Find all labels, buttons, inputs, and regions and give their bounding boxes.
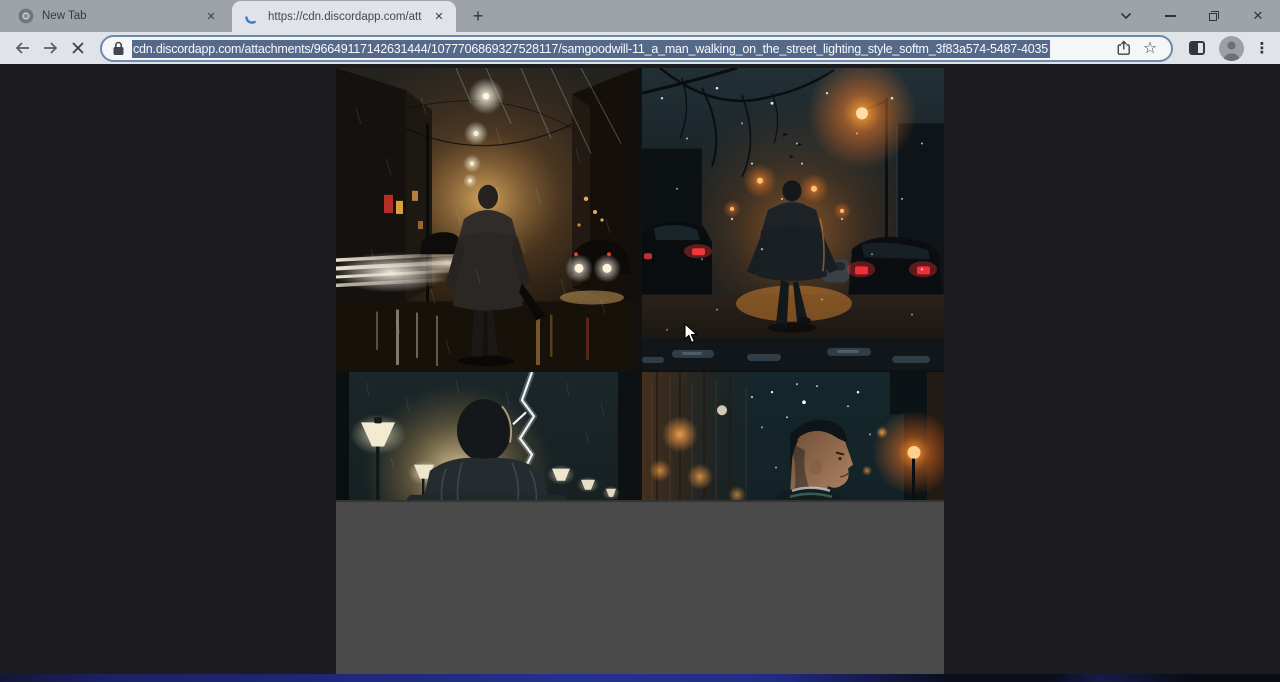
tab-new-tab[interactable]: New Tab ✕ bbox=[6, 0, 228, 32]
url-text[interactable]: cdn.discordapp.com/attachments/966491171… bbox=[132, 39, 1111, 58]
generated-image-grid[interactable] bbox=[336, 68, 944, 674]
tab-title: New Tab bbox=[42, 10, 194, 22]
tab-search-chevron-icon[interactable] bbox=[1104, 0, 1148, 32]
page-content bbox=[0, 64, 1280, 674]
profile-avatar[interactable] bbox=[1219, 36, 1244, 61]
lock-icon[interactable] bbox=[112, 41, 125, 56]
minimize-button[interactable] bbox=[1148, 0, 1192, 32]
loading-spinner-icon bbox=[244, 9, 260, 25]
tab-strip: New Tab ✕ https://cdn.discordapp.com/att… bbox=[0, 0, 1280, 32]
forward-button[interactable] bbox=[36, 34, 64, 62]
bookmark-star-icon[interactable]: ☆ bbox=[1137, 36, 1163, 60]
taskbar-strip bbox=[0, 674, 1280, 682]
share-icon[interactable] bbox=[1111, 36, 1137, 60]
url-selected-text: cdn.discordapp.com/attachments/966491171… bbox=[132, 40, 1050, 58]
image-loading-placeholder bbox=[336, 500, 944, 674]
image-panel-top-left bbox=[336, 68, 638, 370]
tab-close-icon[interactable]: ✕ bbox=[430, 8, 448, 26]
address-bar[interactable]: cdn.discordapp.com/attachments/966491171… bbox=[100, 35, 1173, 62]
mouse-cursor bbox=[684, 323, 699, 344]
menu-kebab-icon[interactable]: ⋮ bbox=[1250, 39, 1274, 57]
chrome-logo-icon bbox=[18, 8, 34, 24]
tab-discord-cdn[interactable]: https://cdn.discordapp.com/atta ✕ bbox=[232, 1, 456, 32]
close-window-button[interactable]: ✕ bbox=[1236, 0, 1280, 32]
window-controls: ✕ bbox=[1104, 0, 1280, 32]
stop-loading-button[interactable] bbox=[64, 34, 92, 62]
restore-icon bbox=[1209, 11, 1219, 21]
browser-window: New Tab ✕ https://cdn.discordapp.com/att… bbox=[0, 0, 1280, 682]
toolbar: cdn.discordapp.com/attachments/966491171… bbox=[0, 32, 1280, 64]
minimize-icon bbox=[1165, 15, 1176, 17]
person-icon bbox=[1219, 36, 1244, 61]
side-panel-icon[interactable] bbox=[1189, 41, 1205, 55]
restore-button[interactable] bbox=[1192, 0, 1236, 32]
new-tab-button[interactable]: + bbox=[466, 4, 490, 28]
tab-close-icon[interactable]: ✕ bbox=[202, 7, 220, 25]
back-button[interactable] bbox=[8, 34, 36, 62]
tab-title: https://cdn.discordapp.com/atta bbox=[268, 11, 422, 23]
